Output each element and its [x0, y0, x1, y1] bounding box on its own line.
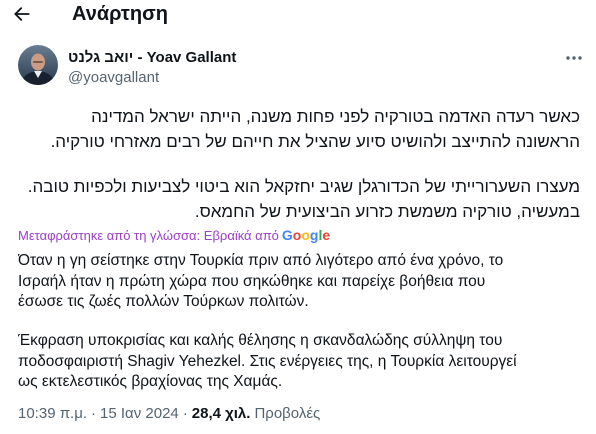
translation-paragraph: Όταν η γη σείστηκε στην Τουρκία πριν από… — [18, 251, 578, 313]
meta-separator: · — [91, 405, 97, 422]
google-logo-letter: o — [301, 227, 310, 243]
translation-line: Ισραήλ ήταν η πρώτη χώρα που σηκώθηκε κα… — [18, 272, 486, 290]
top-bar: Ανάρτηση — [0, 0, 596, 28]
more-button[interactable] — [564, 49, 584, 67]
translation-attribution-label: Μεταφράστηκε από τη γλώσσα: Εβραϊκά από — [18, 228, 279, 243]
original-paragraph: כאשר רעדה האדמה בטורקיה לפני פחות משנה, … — [18, 104, 580, 154]
original-line: הראשונה להתייצב ולהושיט סיוע שהציל את חי… — [50, 132, 580, 151]
author-name[interactable]: יואב גלנט - Yoav Gallant — [68, 49, 236, 67]
views-label[interactable]: Προβολές — [254, 405, 320, 422]
post-time[interactable]: 10:39 π.μ. — [18, 405, 87, 422]
original-paragraph: מעצרו השערורייתי של הכדורגלן שגיב יחזקאל… — [18, 174, 580, 224]
translation-line: Όταν η γη σείστηκε στην Τουρκία πριν από… — [18, 252, 504, 269]
arrow-left-icon — [12, 4, 32, 24]
post-meta: 10:39 π.μ. · 15 Ιαν 2024 · 28,4 χιλ. Προβολές — [18, 405, 320, 423]
google-logo-letter: e — [322, 227, 331, 243]
views-count[interactable]: 28,4 χιλ. — [192, 405, 251, 422]
more-horizontal-icon — [564, 49, 584, 67]
translation-line: Έκφραση υποκρισίας και καλής θέλησης η σ… — [18, 332, 503, 349]
google-logo: Google — [282, 227, 330, 243]
back-button[interactable] — [8, 0, 36, 28]
meta-separator: · — [182, 405, 188, 422]
translation-line: ποδοσφαιριστή Shagiv Yehezkel. Στις ενέρ… — [18, 352, 517, 370]
translation-line: έσωσε τις ζωές πολλών Τούρκων πολιτών. — [18, 293, 309, 310]
page-title: Ανάρτηση — [72, 3, 168, 25]
original-line: כאשר רעדה האדמה בטורקיה לפני פחות משנה, … — [91, 107, 580, 126]
original-line: מעצרו השערורייתי של הכדורגלן שגיב יחזקאל… — [27, 177, 580, 196]
post-translated-text: Όταν η γη σείστηκε στην Τουρκία πριν από… — [18, 251, 578, 393]
translation-paragraph: Έκφραση υποκρισίας και καλής θέλησης η σ… — [18, 331, 578, 393]
author-handle[interactable]: @yoavgallant — [68, 69, 159, 87]
google-logo-letter: G — [281, 227, 293, 243]
original-line: במעשיה, טורקיה משמשת כזרוע הביצועית של ה… — [194, 202, 580, 221]
translation-attribution[interactable]: Μεταφράστηκε από τη γλώσσα: Εβραϊκά από G… — [18, 227, 330, 244]
post-original-text: כאשר רעדה האדמה בטורקיה לפני פחות משנה, … — [18, 104, 580, 224]
post-date[interactable]: 15 Ιαν 2024 — [100, 405, 179, 422]
avatar[interactable] — [18, 45, 58, 85]
translation-line: ως εκτελεστικός βραχίονας της Χαμάς. — [18, 373, 283, 390]
